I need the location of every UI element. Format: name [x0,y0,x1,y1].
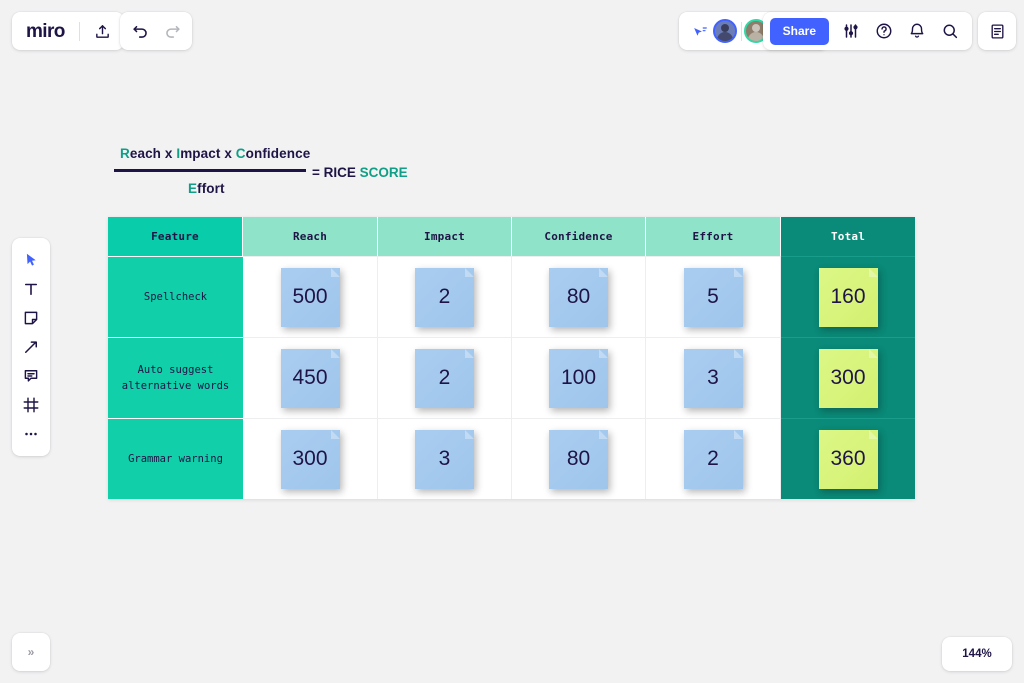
confidence-cell: 80 [512,256,646,337]
formula-numerator: Reach x Impact x Confidence [120,146,310,161]
formula-denominator: Effort [188,181,225,196]
sticky-note-total[interactable]: 360 [818,429,878,489]
sticky-note-effort[interactable]: 5 [683,267,743,327]
feature-cell[interactable]: Spellcheck [108,256,243,337]
table-header-feature: Feature [108,217,243,256]
redo-icon[interactable] [157,16,187,46]
table-header-effort: Effort [646,217,781,256]
cursor-pointer-icon[interactable] [685,16,715,46]
formula-numerator-seg-1: each x [129,146,177,161]
impact-cell: 2 [378,337,512,418]
total-cell: 160 [781,256,915,337]
select-tool[interactable] [16,246,46,274]
formula-denominator-seg-0: E [188,181,198,196]
more-tools-icon[interactable] [16,420,46,448]
history-pill [120,12,192,50]
total-cell: 360 [781,418,915,499]
rice-score-table: Feature Reach Impact Confidence Effort Total S… [108,217,915,499]
formula-numerator-seg-4: C [235,146,246,161]
expand-panel-button[interactable]: » [12,633,50,671]
sticky-note-total[interactable]: 160 [818,267,878,327]
sticky-note-confidence[interactable]: 100 [549,348,608,408]
table-header-confidence: Confidence [512,217,646,256]
total-cell: 300 [781,337,915,418]
effort-cell: 5 [646,256,781,337]
impact-cell: 3 [378,418,512,499]
effort-cell: 3 [646,337,781,418]
effort-cell: 2 [646,418,781,499]
confidence-cell: 80 [512,418,646,499]
arrow-pen-tool[interactable] [16,333,46,361]
search-icon[interactable] [935,16,965,46]
sticky-note-reach[interactable]: 500 [280,267,340,327]
reach-cell: 300 [243,418,378,499]
sticky-note-impact[interactable]: 2 [415,348,474,408]
formula-numerator-seg-3: mpact x [180,146,236,161]
table-header-total: Total [781,217,915,256]
upload-icon[interactable] [88,16,118,46]
formula-fraction-bar [114,169,306,172]
impact-cell: 2 [378,256,512,337]
sticky-note-reach[interactable]: 300 [280,429,340,489]
table-header-impact: Impact [378,217,512,256]
sticky-note-reach[interactable]: 450 [280,348,340,408]
share-button[interactable]: Share [769,17,829,45]
formula-result-seg-0: = RICE [312,165,360,180]
text-tool[interactable] [16,275,46,303]
formula-numerator-seg-0: R [120,146,130,161]
formula-result: = RICE SCORE [312,165,408,180]
table-header-reach: Reach [243,217,378,256]
feature-cell[interactable]: Grammar warning [108,418,243,499]
sticky-note-impact[interactable]: 3 [415,429,474,489]
confidence-cell: 100 [512,337,646,418]
undo-icon[interactable] [125,16,155,46]
actions-pill: Share [762,12,972,50]
formula-result-seg-1: SCORE [359,165,408,180]
top-toolbar: miro +3 [0,0,1024,58]
miro-logo[interactable]: miro [26,22,71,41]
formula-numerator-seg-5: onfidence [245,146,311,161]
divider [741,21,742,41]
sticky-note-total[interactable]: 300 [818,348,878,408]
brand-pill: miro [12,12,124,50]
feature-cell[interactable]: Auto suggest alternative words [108,337,243,418]
zoom-level-indicator[interactable]: 144% [942,637,1012,671]
divider [78,21,80,41]
comment-tool[interactable] [16,362,46,390]
sticky-note-effort[interactable]: 3 [683,348,743,408]
sticky-note-confidence[interactable]: 80 [549,429,608,489]
avatar[interactable] [713,19,737,43]
bell-icon[interactable] [902,16,932,46]
left-toolbar [12,238,50,456]
sticky-note-confidence[interactable]: 80 [549,267,608,327]
reach-cell: 450 [243,337,378,418]
question-circle-icon[interactable] [869,16,899,46]
formula-denominator-seg-1: ffort [197,181,225,196]
sticky-note-effort[interactable]: 2 [683,429,743,489]
sliders-icon[interactable] [836,16,866,46]
sticky-note-tool[interactable] [16,304,46,332]
sticky-note-impact[interactable]: 2 [415,267,474,327]
rice-formula[interactable]: Reach x Impact x Confidence Effort = RIC… [112,142,432,204]
notes-panel-icon[interactable] [982,16,1012,46]
frame-tool[interactable] [16,391,46,419]
notes-panel-pill [978,12,1016,50]
reach-cell: 500 [243,256,378,337]
